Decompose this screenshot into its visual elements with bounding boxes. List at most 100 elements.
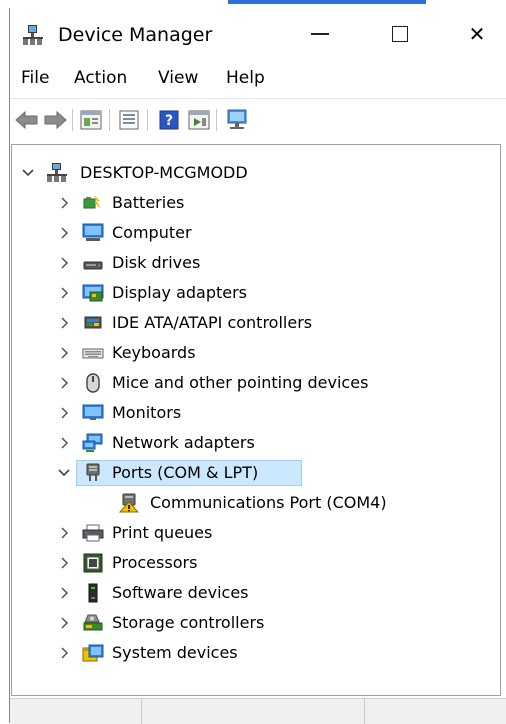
tree-item-storage-controllers[interactable]: Storage controllers — [12, 609, 492, 637]
batteries-icon — [83, 195, 101, 209]
view-button[interactable] — [116, 107, 142, 133]
device-manager-icon — [23, 25, 43, 45]
chevron-right-icon[interactable] — [56, 285, 72, 301]
tree-root-desktop[interactable]: DESKTOP-MCGMODD — [12, 159, 492, 187]
computer-tree-icon — [47, 163, 67, 182]
forward-arrow-icon — [44, 111, 67, 129]
tree-item-label: Computer — [112, 223, 192, 242]
status-bar — [10, 698, 506, 724]
properties-icon — [80, 110, 102, 130]
chevron-right-icon[interactable] — [56, 435, 72, 451]
chevron-right-icon[interactable] — [56, 225, 72, 241]
tree-item-label: Keyboards — [112, 343, 196, 362]
tree-item-label: Display adapters — [112, 283, 248, 302]
close-icon: ✕ — [468, 22, 486, 46]
port-icon — [86, 463, 100, 481]
computer-icon — [82, 223, 104, 241]
system-device-icon — [82, 644, 104, 662]
processor-icon — [83, 553, 103, 573]
device-tree[interactable]: DESKTOP-MCGMODD Batteries Computer Disk … — [11, 144, 501, 696]
tree-item-label: Storage controllers — [112, 613, 265, 632]
chevron-down-icon[interactable] — [20, 165, 36, 181]
tree-item-batteries[interactable]: Batteries — [12, 189, 492, 217]
window-title: Device Manager — [58, 24, 213, 46]
chevron-right-icon[interactable] — [56, 195, 72, 211]
maximize-button[interactable] — [380, 18, 420, 50]
help-button[interactable]: ? — [156, 107, 182, 133]
tree-item-label: Disk drives — [112, 253, 201, 272]
tree-item-network-adapters[interactable]: Network adapters — [12, 429, 492, 457]
close-button[interactable]: ✕ — [457, 18, 497, 50]
maximize-icon — [392, 26, 408, 42]
scan-hardware-icon — [227, 109, 247, 129]
chevron-right-icon[interactable] — [56, 315, 72, 331]
chevron-right-icon[interactable] — [56, 555, 72, 571]
minimize-icon — [311, 33, 329, 35]
tree-item-label: Batteries — [112, 193, 185, 212]
menu-action[interactable]: Action — [74, 66, 127, 90]
network-adapter-icon — [82, 433, 103, 452]
tree-item-mice[interactable]: Mice and other pointing devices — [12, 369, 492, 397]
tree-item-label: Ports (COM & LPT) — [112, 463, 259, 482]
chevron-right-icon[interactable] — [56, 585, 72, 601]
tree-item-label: IDE ATA/ATAPI controllers — [112, 313, 313, 332]
monitor-icon — [82, 404, 104, 420]
tree-item-ports[interactable]: Ports (COM & LPT) — [12, 459, 492, 487]
back-arrow-icon — [15, 111, 38, 129]
tree-item-label: System devices — [112, 643, 238, 662]
chevron-right-icon[interactable] — [56, 255, 72, 271]
toolbar-separator — [109, 109, 110, 131]
chevron-right-icon[interactable] — [56, 375, 72, 391]
chevron-down-icon[interactable] — [56, 465, 72, 481]
run-button[interactable] — [186, 107, 212, 133]
status-bar-cell — [10, 699, 142, 724]
port-warning-icon — [118, 493, 140, 513]
minimize-button[interactable] — [300, 18, 340, 50]
display-adapter-icon — [82, 284, 104, 302]
tree-item-print-queues[interactable]: Print queues — [12, 519, 492, 547]
tree-item-label: Software devices — [112, 583, 249, 602]
chevron-right-icon[interactable] — [56, 645, 72, 661]
tree-item-label: Monitors — [112, 403, 182, 422]
tree-item-processors[interactable]: Processors — [12, 549, 492, 577]
tree-item-system-devices[interactable]: System devices — [12, 639, 492, 667]
background-top — [0, 0, 506, 8]
menu-file[interactable]: File — [21, 66, 49, 90]
tree-item-display-adapters[interactable]: Display adapters — [12, 279, 492, 307]
device-manager-window: Device Manager ✕ File Action View Help ?… — [9, 8, 506, 724]
view-icon — [119, 110, 139, 130]
tree-item-keyboards[interactable]: Keyboards — [12, 339, 492, 367]
tree-item-disk-drives[interactable]: Disk drives — [12, 249, 492, 277]
tree-item-ide-controllers[interactable]: IDE ATA/ATAPI controllers — [12, 309, 492, 337]
toolbar-separator — [216, 109, 217, 131]
menu-help[interactable]: Help — [226, 66, 265, 90]
mouse-icon — [86, 373, 100, 393]
tree-item-monitors[interactable]: Monitors — [12, 399, 492, 427]
tree-item-label: Mice and other pointing devices — [112, 373, 369, 392]
tree-item-label: Print queues — [112, 523, 213, 542]
software-device-icon — [88, 583, 98, 603]
forward-button[interactable] — [42, 107, 68, 133]
tree-item-label: Processors — [112, 553, 198, 572]
toolbar-separator — [147, 109, 148, 131]
status-bar-cell — [142, 699, 365, 724]
svg-text:?: ? — [165, 113, 173, 129]
printer-icon — [82, 524, 104, 542]
chevron-right-icon[interactable] — [56, 345, 72, 361]
chevron-right-icon[interactable] — [56, 405, 72, 421]
tree-item-computer[interactable]: Computer — [12, 219, 492, 247]
menu-view[interactable]: View — [158, 66, 198, 90]
properties-button[interactable] — [78, 107, 104, 133]
tree-item-software-devices[interactable]: Software devices — [12, 579, 492, 607]
keyboard-icon — [82, 348, 104, 359]
run-icon — [188, 110, 210, 130]
back-button[interactable] — [14, 107, 40, 133]
scan-hardware-button[interactable] — [224, 107, 250, 133]
disk-drive-icon — [83, 261, 103, 270]
tree-item-label: Communications Port (COM4) — [150, 493, 387, 512]
chevron-right-icon[interactable] — [56, 615, 72, 631]
title-bar[interactable]: Device Manager ✕ — [10, 8, 506, 60]
toolbar-separator — [72, 109, 73, 131]
tree-item-communications-port[interactable]: Communications Port (COM4) — [12, 489, 492, 517]
chevron-right-icon[interactable] — [56, 525, 72, 541]
